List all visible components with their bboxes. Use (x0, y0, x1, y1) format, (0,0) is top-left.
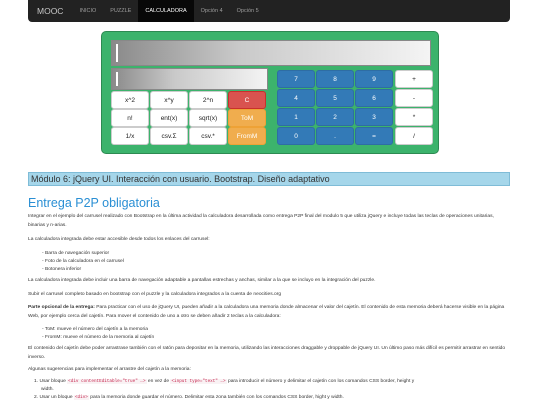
navbar-brand[interactable]: MOOC (28, 0, 72, 22)
key-x-2[interactable]: x^2 (111, 91, 149, 109)
key-csv[interactable]: csv.Σ (150, 127, 188, 145)
key-3[interactable]: 3 (355, 108, 393, 126)
code-snippet: <input type="text" …> (170, 379, 227, 384)
list-item: - Barra de navegación superior (42, 251, 110, 256)
display-cursor (116, 44, 118, 62)
paragraph-access: La calculadora integrada debe estar acce… (28, 237, 210, 242)
key-x-y[interactable]: x^y (150, 91, 188, 109)
list-item: 2. Usar un bloque <div> para la memoria … (34, 395, 344, 400)
suggestions-list: 1. Usar bloque <div contentEditable="tru… (28, 378, 512, 402)
nav-item-opcion-4[interactable]: Opción 4 (194, 0, 230, 22)
key-divide[interactable]: / (395, 127, 433, 145)
list-item: - FromM: mueve el número de la memoria a… (42, 335, 155, 340)
key-2[interactable]: 2 (316, 108, 354, 126)
calculator: x^2 x^y 2^n Cn! ent(x) sqrt(x) ToM 1/x csv.Σ csv.… (101, 31, 439, 154)
module-title-bar: Módulo 6: jQuery UI. Interacción con usu… (28, 172, 510, 186)
code-snippet: <div contentEditable="true" …> (67, 379, 147, 384)
key-2-n[interactable]: 2^n (189, 91, 227, 109)
key-decimal[interactable]: . (316, 127, 354, 145)
key-tom[interactable]: ToM (228, 109, 266, 127)
list-item: - Foto de la calculadora en el carrusel (42, 259, 124, 264)
paragraph-navbar: La calculadora integrada debe incluir un… (28, 278, 376, 283)
top-navbar: MOOC INICIO PUZZLE CALCULADORA Opción 4 … (28, 0, 510, 22)
nav-item-inicio[interactable]: INICIO (72, 0, 103, 22)
key-n[interactable]: n! (111, 109, 149, 127)
key-ent-x[interactable]: ent(x) (150, 109, 188, 127)
key-c[interactable]: C (228, 91, 266, 109)
nav-item-opcion-5[interactable]: Opción 5 (230, 0, 266, 22)
nav-item-puzzle[interactable]: PUZZLE (103, 0, 138, 22)
paragraph-drag: El contenido del cajetín debe poder arra… (28, 346, 506, 360)
key-4[interactable]: 4 (277, 89, 315, 107)
code-snippet: <div> (73, 395, 89, 400)
nav-item-calculadora[interactable]: CALCULADORA (138, 0, 194, 22)
key-plus[interactable]: + (395, 70, 433, 88)
list-item: 1. Usar bloque <div contentEditable="tru… (34, 379, 415, 384)
key-8[interactable]: 8 (316, 70, 354, 88)
module-title: Módulo 6: jQuery UI. Interacción con usu… (31, 174, 330, 184)
key-sqrt-x[interactable]: sqrt(x) (189, 109, 227, 127)
memory-keys-list: - ToM: mueve el número del cajetín a la … (42, 326, 154, 342)
key-0[interactable]: 0 (277, 127, 315, 145)
paragraph-upload: Subir el carrusel completo basado en boo… (28, 292, 282, 297)
paragraph-optional: Parte opcional de la entrega: Para pract… (28, 305, 505, 319)
key-1-x[interactable]: 1/x (111, 127, 149, 145)
list-item-continued: width. (41, 387, 54, 392)
paragraph-suggestions: Algunas sugerencias para implementar el … (28, 367, 191, 372)
key-fromm[interactable]: FromM (228, 127, 266, 145)
key-9[interactable]: 9 (355, 70, 393, 88)
key-csv[interactable]: csv.* (189, 127, 227, 145)
memory-display[interactable] (111, 68, 268, 90)
access-list: - Barra de navegación superior - Foto de… (42, 250, 124, 274)
key-minus[interactable]: - (395, 89, 433, 107)
display-field[interactable] (111, 40, 431, 66)
key-multiply[interactable]: * (395, 108, 433, 126)
key-equals[interactable]: = (355, 127, 393, 145)
list-item: - ToM: mueve el número del cajetín a la … (42, 327, 148, 332)
key-7[interactable]: 7 (277, 70, 315, 88)
page-heading: Entrega P2P obligatoria (28, 196, 160, 210)
key-5[interactable]: 5 (316, 89, 354, 107)
key-1[interactable]: 1 (277, 108, 315, 126)
memory-cursor (116, 72, 118, 86)
optional-label: Parte opcional de la entrega: (28, 305, 95, 310)
paragraph-intro: Integrar en el ejemplo del carrusel real… (28, 214, 494, 228)
key-6[interactable]: 6 (355, 89, 393, 107)
list-item: - Botonera inferior (42, 267, 82, 272)
